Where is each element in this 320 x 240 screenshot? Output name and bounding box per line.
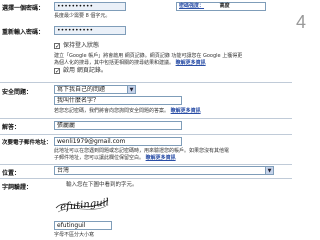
recovery-email-learn-more-link[interactable]: 瞭解更多資訊	[146, 155, 176, 161]
recovery-email-hint-2: 子郵件地址，您可以讓此欄位保留空白。 瞭解更多資訊	[54, 155, 176, 161]
confirm-password-field[interactable]: ••••••••••	[54, 26, 126, 35]
password-hint: 長度最少需要 8 個字元。	[54, 13, 111, 19]
stay-signed-in-checkbox[interactable]: ✓	[54, 43, 60, 50]
answer-label: 解答：	[2, 124, 21, 131]
custom-question-field[interactable]: 我叫什麼名字？	[54, 96, 182, 105]
captcha-image: efutinguil	[55, 197, 110, 213]
recovery-email-field[interactable]: wenli1979@gmail.com	[54, 137, 182, 146]
recovery-email-hint-2-text: 子郵件地址，您可以讓此欄位保留空白。	[54, 155, 145, 161]
security-question-hint: 若您忘記密碼，我們將會向您詢問安全問題的答案。 瞭解更多資訊	[54, 108, 201, 114]
recovery-email-hint-1: 此地址可以在您遇到問題或忘記密碼時，用來驗證您的帳戶。如果您沒有其他電	[54, 148, 230, 154]
answer-field[interactable]: 張麗麗	[54, 121, 182, 130]
security-question-label: 安全問題：	[2, 89, 33, 96]
location-row: 位置： 台灣 ▼	[0, 165, 292, 178]
password-field[interactable]: ••••••••••	[54, 2, 126, 11]
captcha-hint: 字母不區分大小寫	[54, 232, 95, 238]
security-question-hint-text: 若您忘記密碼，我們將會向您詢問安全問題的答案。	[54, 108, 170, 114]
web-history-text-2: 為個人化的搜尋，其中包括更相關的搜尋結果和建議。 瞭解更多資訊	[54, 60, 206, 66]
location-select[interactable]: 台灣 ▼	[54, 166, 274, 175]
security-question-select[interactable]: 寫下我自己的問題 ▼	[54, 85, 136, 94]
strength-value: 高度	[219, 3, 230, 9]
chevron-down-icon: ▼	[265, 167, 273, 174]
signup-form: 選擇一個密碼： •••••••••• 長度最少需要 8 個字元。 密碼強度： 高…	[0, 0, 292, 240]
web-history-text-1: 建立「Google 帳戶」將會啟用 網頁記錄。網頁記錄 功能可讓您在 Googl…	[54, 53, 243, 59]
word-verification-row: 字詞驗證： 輸入您在下圖中看到的字元。	[0, 179, 292, 240]
chevron-down-icon: ▼	[127, 86, 135, 93]
word-verification-label: 字詞驗證：	[2, 184, 33, 191]
web-history-learn-more-link[interactable]: 瞭解更多資訊	[176, 60, 206, 66]
page-number: 4	[296, 12, 307, 32]
security-question-select-value: 寫下我自己的問題	[57, 86, 106, 93]
recovery-email-row: 次要電子郵件地址： wenli1979@gmail.com 此地址可以在您遇到問…	[0, 135, 292, 163]
web-history-text-2-body: 為個人化的搜尋，其中包括更相關的搜尋結果和建議。	[54, 60, 175, 66]
web-history-label: 啟用 網頁記錄。	[63, 67, 107, 74]
stay-signed-in-label: 保持登入狀態	[63, 42, 100, 49]
recovery-email-label: 次要電子郵件地址：	[2, 140, 52, 146]
location-select-value: 台灣	[57, 167, 70, 174]
confirm-label: 重新輸入密碼：	[2, 29, 45, 36]
word-verification-instruction: 輸入您在下圖中看到的字元。	[66, 182, 138, 188]
strength-link[interactable]: 密碼強度：	[179, 3, 204, 9]
security-question-row: 安全問題： 寫下我自己的問題 ▼ 我叫什麼名字？ 若您忘記密碼，我們將會向您詢問…	[0, 84, 292, 116]
stay-signed-in-row: ✓ 保持登入狀態	[0, 41, 292, 51]
password-strength: 密碼強度： 高度	[176, 2, 266, 11]
password-row: 選擇一個密碼： •••••••••• 長度最少需要 8 個字元。 密碼強度： 高…	[0, 0, 292, 24]
confirm-row: 重新輸入密碼： ••••••••••	[0, 24, 292, 40]
web-history-checkbox[interactable]: ✓	[54, 68, 60, 75]
captcha-text: efutinguil	[60, 197, 110, 213]
password-label: 選擇一個密碼：	[2, 5, 45, 12]
location-label: 位置：	[2, 170, 21, 177]
security-question-learn-more-link[interactable]: 瞭解更多資訊	[171, 108, 201, 114]
answer-row: 解答： 張麗麗	[0, 119, 292, 133]
web-history-row: 建立「Google 帳戶」將會啟用 網頁記錄。網頁記錄 功能可讓您在 Googl…	[0, 51, 292, 79]
captcha-input[interactable]: efutinguil	[54, 221, 112, 230]
divider-1	[0, 82, 292, 83]
